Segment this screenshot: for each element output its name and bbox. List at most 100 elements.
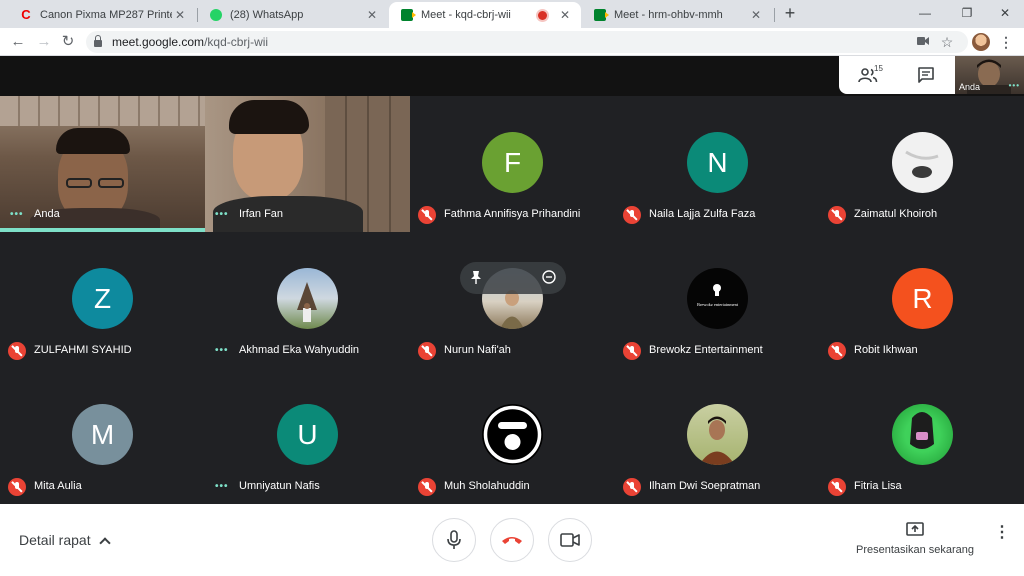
microphone-button[interactable] [432, 518, 476, 562]
avatar: F [482, 132, 543, 193]
meet-top-bar: 15 Anda ••• [0, 56, 1024, 96]
mic-off-icon [8, 478, 26, 496]
participant-tile[interactable]: Z ZULFAHMI SYAHID [0, 232, 205, 368]
participant-name: Ilham Dwi Soepratman [649, 480, 761, 492]
camera-icon[interactable] [914, 31, 932, 53]
people-count: 15 [874, 64, 883, 73]
new-tab-button[interactable]: + [780, 4, 800, 24]
tab-canon[interactable]: C Canon Pixma MP287 Printer Dow ✕ [8, 2, 196, 28]
forward-arrow-icon[interactable]: → [34, 32, 54, 52]
video-camera-icon [560, 533, 580, 547]
reload-icon[interactable]: ↻ [58, 32, 78, 52]
camera-button[interactable] [548, 518, 592, 562]
tab-separator [774, 8, 775, 22]
tile-hover-controls [460, 262, 566, 294]
meeting-details-button[interactable]: Detail rapat [19, 532, 111, 549]
participant-tile[interactable]: Brewokz entertainment Brewokz Entertainm… [615, 232, 820, 368]
participant-tile[interactable]: F Fathma Annifisya Prihandini [410, 96, 615, 232]
mic-off-icon [828, 342, 846, 360]
participant-name: Naila Lajja Zulfa Faza [649, 208, 756, 220]
participant-tile[interactable]: R Robit Ikhwan [820, 232, 1024, 368]
present-screen-icon [906, 522, 924, 536]
chrome-menu-icon[interactable]: ⋮ [998, 32, 1014, 52]
speaking-indicator: ••• [215, 209, 229, 220]
window-close-button[interactable]: ✕ [990, 3, 1020, 23]
minimize-button[interactable]: — [910, 3, 940, 23]
avatar: R [892, 268, 953, 329]
participant-name: Umniyatun Nafis [239, 480, 320, 492]
side-panel-buttons: 15 [839, 56, 955, 94]
remove-participant-icon[interactable] [542, 270, 556, 287]
avatar [687, 404, 748, 465]
participant-tile[interactable]: ••• Irfan Fan [205, 96, 410, 232]
tab-title: Canon Pixma MP287 Printer Dow [40, 9, 172, 21]
url-path: /kqd-cbrj-wii [204, 35, 269, 49]
avatar [277, 268, 338, 329]
bookmark-star-icon[interactable]: ☆ [938, 31, 956, 53]
tab-title: (28) WhatsApp [230, 9, 304, 21]
close-icon[interactable]: ✕ [172, 8, 188, 22]
participant-name: Akhmad Eka Wahyuddin [239, 344, 360, 356]
people-button[interactable]: 15 [839, 56, 897, 94]
mic-off-icon [828, 478, 846, 496]
present-now-label: Presentasikan sekarang [856, 544, 975, 556]
more-options-icon[interactable]: ⋮ [994, 525, 1010, 541]
close-icon[interactable]: ✕ [364, 8, 380, 22]
meet-icon [594, 9, 609, 21]
chevron-up-icon [98, 536, 111, 549]
present-now-button[interactable]: Presentasikan sekarang [856, 522, 974, 556]
lock-icon [94, 35, 102, 47]
participant-name: Mita Aulia [34, 480, 82, 492]
avatar [892, 132, 953, 193]
participant-tile[interactable]: M Mita Aulia [0, 368, 205, 504]
canon-icon: C [21, 7, 31, 22]
mic-off-icon [8, 342, 26, 360]
participant-tile[interactable]: Ilham Dwi Soepratman [615, 368, 820, 504]
participant-name: Irfan Fan [239, 208, 284, 220]
meeting-details-label: Detail rapat [19, 532, 91, 548]
video-feed [205, 96, 410, 232]
participant-tile[interactable]: N Naila Lajja Zulfa Faza [615, 96, 820, 232]
self-view-thumbnail[interactable]: Anda ••• [955, 56, 1024, 94]
chat-button[interactable] [897, 56, 955, 94]
close-icon[interactable]: ✕ [748, 8, 764, 22]
participant-name: Nurun Nafi'ah [444, 344, 511, 356]
back-arrow-icon[interactable]: ← [8, 32, 28, 52]
whatsapp-icon [210, 9, 222, 21]
tab-whatsapp[interactable]: (28) WhatsApp ✕ [198, 2, 388, 28]
speaking-indicator: ••• [10, 209, 24, 220]
browser-toolbar: ← → ↻ meet.google.com/kqd-cbrj-wii ☆ ⋮ [0, 28, 1024, 56]
address-bar[interactable]: meet.google.com/kqd-cbrj-wii ☆ [86, 31, 968, 53]
mic-off-icon [623, 206, 641, 224]
video-feed [0, 96, 205, 232]
maximize-button[interactable]: ❐ [952, 3, 982, 23]
participant-tile[interactable]: ••• Akhmad Eka Wahyuddin [205, 232, 410, 368]
participant-grid: ••• Anda ••• Irfan Fan F Fathma Annifisy… [0, 96, 1024, 504]
speaking-indicator: ••• [215, 481, 229, 492]
participant-tile[interactable]: Zaimatul Khoiroh [820, 96, 1024, 232]
participant-tile[interactable]: U ••• Umniyatun Nafis [205, 368, 410, 504]
participant-name: Brewokz Entertainment [649, 344, 763, 356]
participant-tile[interactable]: Nurun Nafi'ah [410, 232, 615, 368]
mic-off-icon [828, 206, 846, 224]
tab-meet-2[interactable]: Meet - hrm-ohbv-mmh ✕ [582, 2, 772, 28]
hang-up-icon [502, 537, 522, 544]
participant-tile[interactable]: Muh Sholahuddin [410, 368, 615, 504]
participant-name: Muh Sholahuddin [444, 480, 530, 492]
tab-title: Meet - kqd-cbrj-wii [421, 9, 511, 21]
pin-icon[interactable] [470, 270, 482, 287]
avatar: U [277, 404, 338, 465]
participant-tile[interactable]: Fitria Lisa [820, 368, 1024, 504]
chat-icon [918, 67, 934, 83]
avatar: Brewokz entertainment [687, 268, 748, 329]
leave-call-button[interactable] [490, 518, 534, 562]
participant-tile[interactable]: ••• Anda [0, 96, 205, 232]
close-icon[interactable]: ✕ [557, 8, 573, 22]
tab-strip: C Canon Pixma MP287 Printer Dow ✕ (28) W… [0, 0, 1024, 28]
participant-name: Robit Ikhwan [854, 344, 918, 356]
avatar: M [72, 404, 133, 465]
profile-avatar[interactable] [972, 33, 990, 51]
tab-meet-active[interactable]: Meet - kqd-cbrj-wii ✕ [389, 2, 581, 28]
participant-name: Zaimatul Khoiroh [854, 208, 938, 220]
participant-name: ZULFAHMI SYAHID [34, 344, 132, 356]
